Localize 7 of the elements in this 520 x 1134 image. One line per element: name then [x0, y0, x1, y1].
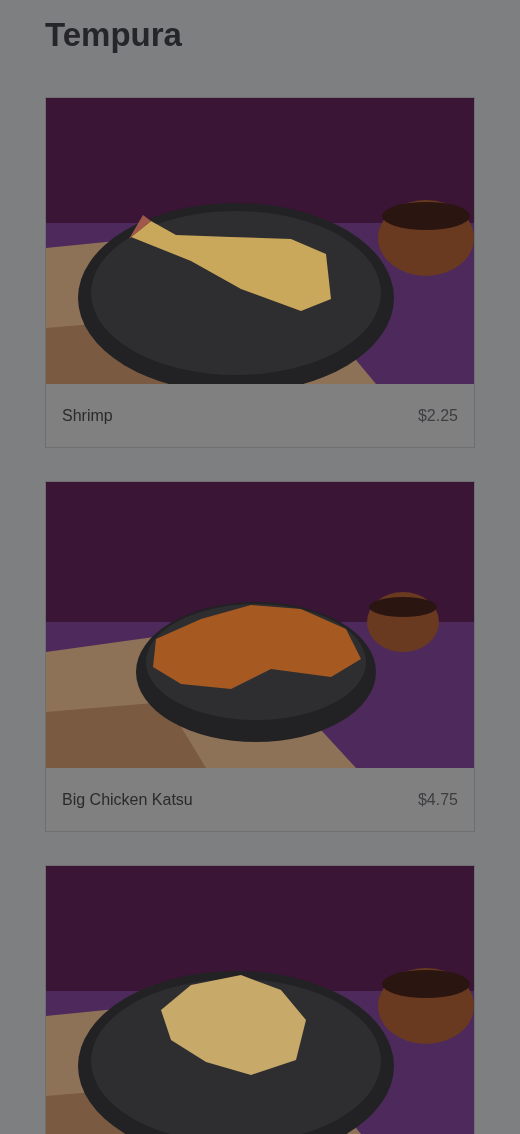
item-price: $4.75 — [417, 790, 458, 809]
item-name: Shrimp — [62, 406, 113, 425]
menu-item-card[interactable]: Shrimp $2.25 — [45, 97, 475, 448]
item-name: Big Chicken Katsu — [62, 790, 193, 809]
menu-item-card[interactable]: Big Chicken Katsu $4.75 — [45, 481, 475, 832]
item-price: $2.25 — [417, 406, 458, 425]
page-title: Tempura — [45, 15, 183, 55]
